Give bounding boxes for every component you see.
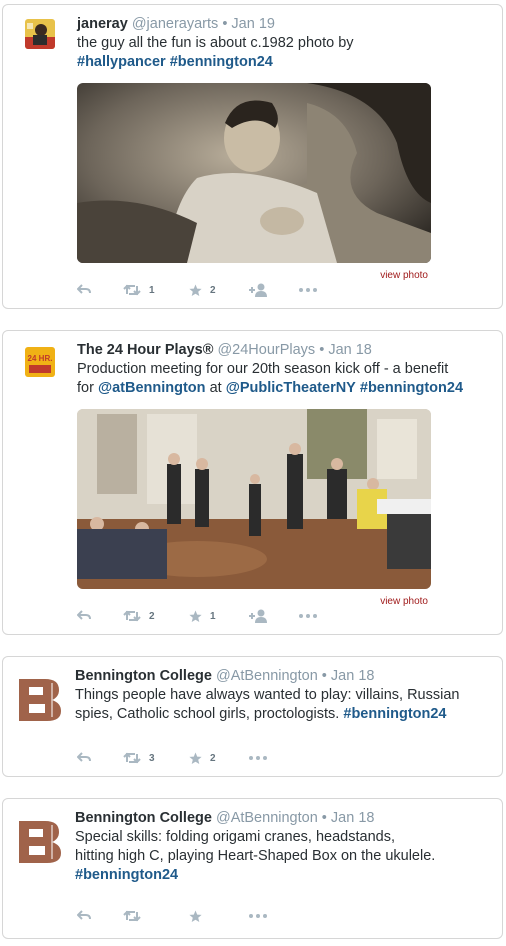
author-handle[interactable]: @janerayarts (132, 16, 218, 32)
star-icon (189, 910, 202, 922)
author-name[interactable]: Bennington College (75, 668, 212, 684)
tweet-text-line: spies, Catholic school girls, proctologi… (75, 706, 340, 722)
retweet-icon (123, 910, 141, 922)
retweet-button[interactable] (123, 908, 141, 924)
tweet-header: janeray @janerayarts • Jan 19 (77, 15, 488, 34)
reply-icon (77, 910, 91, 920)
tweet-actions: 2 1 (77, 608, 337, 624)
hashtag-link[interactable]: #bennington24 (360, 380, 463, 396)
hashtag-link[interactable]: #hallypancer (77, 54, 166, 70)
more-button[interactable] (249, 908, 267, 924)
tweet-date[interactable]: Jan 18 (331, 668, 375, 684)
author-handle[interactable]: @AtBennington (216, 668, 318, 684)
avatar-logo-text: 24 HR. (28, 354, 53, 363)
more-icon (249, 914, 267, 918)
tweet-header: Bennington College @AtBennington • Jan 1… (75, 667, 488, 686)
retweet-icon (123, 752, 141, 764)
reply-icon (77, 610, 91, 620)
star-icon (189, 610, 202, 622)
tweet-text-word: at (209, 380, 222, 396)
hashtag-link[interactable]: #bennington24 (343, 706, 446, 722)
tweet-text-line: hitting high C, playing Heart-Shaped Box… (75, 848, 436, 864)
reply-icon (77, 752, 91, 762)
author-name[interactable]: The 24 Hour Plays® (77, 342, 213, 358)
more-button[interactable] (249, 750, 267, 766)
more-button[interactable] (299, 282, 317, 298)
mention-link[interactable]: @atBennington (98, 380, 206, 396)
star-icon (189, 752, 202, 764)
avatar[interactable]: 24 HR. (25, 347, 55, 377)
separator-dot: • (321, 668, 327, 684)
retweet-count: 1 (149, 284, 155, 296)
reply-button[interactable] (77, 908, 91, 924)
retweet-button[interactable]: 1 (123, 282, 155, 298)
favorite-count: 1 (210, 610, 216, 622)
hashtag-link[interactable]: #bennington24 (75, 867, 178, 883)
retweet-icon (123, 610, 141, 622)
tweet-date[interactable]: Jan 19 (231, 16, 275, 32)
more-icon (249, 756, 267, 760)
tweet-actions: 1 2 (77, 282, 337, 298)
favorite-button[interactable]: 2 (189, 282, 216, 298)
tweet-text-line: Special skills: folding origami cranes, … (75, 829, 395, 845)
tweet-text-line: the guy all the fun is about c.1982 phot… (77, 35, 354, 51)
tweet-card: Bennington College @AtBennington • Jan 1… (2, 798, 503, 939)
favorite-count: 2 (210, 752, 216, 764)
avatar[interactable] (15, 817, 65, 867)
more-icon (299, 614, 317, 618)
more-button[interactable] (299, 608, 317, 624)
author-name[interactable]: janeray (77, 16, 128, 32)
follow-button[interactable] (249, 282, 267, 298)
star-icon (189, 284, 202, 296)
tweet-text: Production meeting for our 20th season k… (77, 360, 488, 398)
mention-link[interactable]: @PublicTheaterNY (226, 380, 356, 396)
tweet-text: the guy all the fun is about c.1982 phot… (77, 34, 488, 72)
tweet-header: The 24 Hour Plays® @24HourPlays • Jan 18 (77, 341, 488, 360)
retweet-count: 3 (149, 752, 155, 764)
reply-icon (77, 284, 91, 294)
tweet-card: 24 HR. The 24 Hour Plays® @24HourPlays •… (2, 330, 503, 635)
author-handle[interactable]: @24HourPlays (217, 342, 315, 358)
tweet-date[interactable]: Jan 18 (331, 810, 375, 826)
tweet-actions: 3 2 (77, 750, 337, 766)
tweet-text: Special skills: folding origami cranes, … (75, 828, 488, 885)
view-photo-link[interactable]: view photo (380, 270, 428, 281)
tweet-text-word: for (77, 380, 94, 396)
hashtag-link[interactable]: #bennington24 (170, 54, 273, 70)
tweet-text-line: Production meeting for our 20th season k… (77, 361, 449, 377)
tweet-text-line: Things people have always wanted to play… (75, 687, 460, 703)
favorite-count: 2 (210, 284, 216, 296)
add-user-icon (249, 609, 267, 623)
separator-dot: • (321, 810, 327, 826)
favorite-button[interactable]: 2 (189, 750, 216, 766)
tweet-actions (77, 908, 337, 924)
view-photo-link[interactable]: view photo (380, 596, 428, 607)
more-icon (299, 288, 317, 292)
author-handle[interactable]: @AtBennington (216, 810, 318, 826)
reply-button[interactable] (77, 608, 91, 624)
tweet-photo[interactable] (77, 409, 431, 589)
reply-button[interactable] (77, 282, 91, 298)
avatar[interactable] (15, 675, 65, 725)
separator-dot: • (222, 16, 228, 32)
retweet-count: 2 (149, 610, 155, 622)
favorite-button[interactable] (189, 908, 202, 924)
add-user-icon (249, 283, 267, 297)
retweet-icon (123, 284, 141, 296)
tweet-header: Bennington College @AtBennington • Jan 1… (75, 809, 488, 828)
tweet-card: Bennington College @AtBennington • Jan 1… (2, 656, 503, 777)
follow-button[interactable] (249, 608, 267, 624)
reply-button[interactable] (77, 750, 91, 766)
tweet-date[interactable]: Jan 18 (328, 342, 372, 358)
author-name[interactable]: Bennington College (75, 810, 212, 826)
tweet-photo[interactable] (77, 83, 431, 263)
tweet-text: Things people have always wanted to play… (75, 686, 488, 724)
retweet-button[interactable]: 3 (123, 750, 155, 766)
tweet-card: janeray @janerayarts • Jan 19 the guy al… (2, 4, 503, 309)
retweet-button[interactable]: 2 (123, 608, 155, 624)
favorite-button[interactable]: 1 (189, 608, 216, 624)
separator-dot: • (319, 342, 325, 358)
avatar[interactable] (25, 19, 55, 49)
